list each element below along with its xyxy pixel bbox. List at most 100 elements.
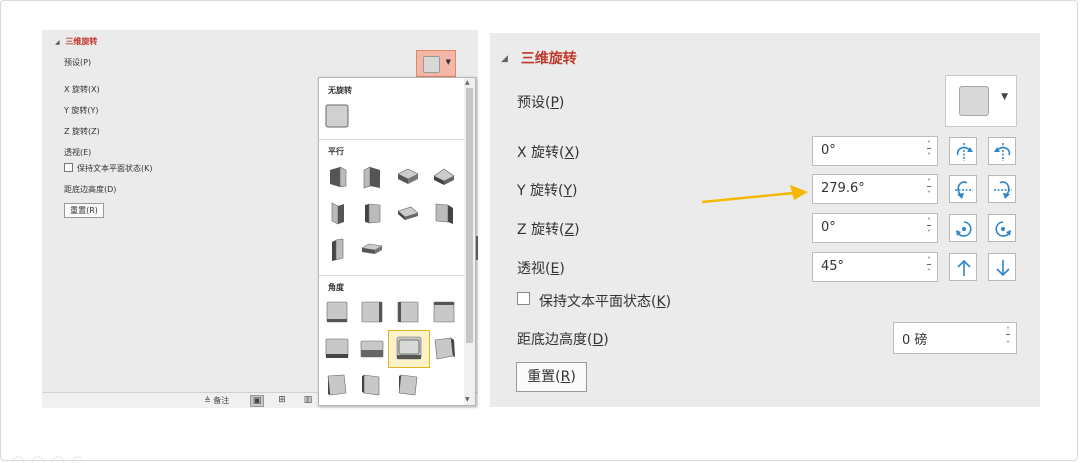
collapse-triangle-icon: ◢ xyxy=(501,54,508,64)
x-rotation-label: X 旋转(X) xyxy=(517,142,580,162)
spin-up-icon[interactable]: ˄ xyxy=(927,218,931,226)
keep-text-flat-text: 保持文本平面状态( xyxy=(539,294,657,310)
left-preset-button[interactable]: ▼ xyxy=(416,50,456,77)
y-rotate-up-button[interactable] xyxy=(949,175,977,203)
preset-button[interactable]: ▼ xyxy=(945,75,1017,127)
preset-angle-5[interactable] xyxy=(324,335,350,361)
preset-parallel-10[interactable] xyxy=(359,236,385,262)
perspective-decrease-button[interactable] xyxy=(988,253,1016,281)
preset-label: 预设(P) xyxy=(517,92,564,112)
z-rotate-cw-button[interactable] xyxy=(949,214,977,242)
right-section-title: 三维旋转 xyxy=(520,51,577,67)
preset-angle-3[interactable] xyxy=(395,299,421,325)
gallery-scrollbar[interactable]: ▲ ▼ xyxy=(464,78,475,405)
z-rotation-label: Z 旋转(Z) xyxy=(517,219,580,239)
preset-parallel-2[interactable] xyxy=(359,164,385,190)
preset-parallel-6[interactable] xyxy=(359,200,385,226)
perspective-increase-button[interactable] xyxy=(949,253,977,281)
right-format-pane: ◢ 三维旋转 预设(P) ▼ X 旋转(X) 0° ˄ ˅ Y 旋转(Y) 27 xyxy=(490,33,1040,407)
x-rotate-right-button[interactable] xyxy=(988,137,1016,165)
spin-down-icon[interactable]: ˅ xyxy=(927,269,931,277)
preset-parallel-5[interactable] xyxy=(324,200,350,226)
preset-no-rotation[interactable] xyxy=(324,103,350,129)
preset-angle-1[interactable] xyxy=(324,299,350,325)
reset-label-text: 重置( xyxy=(527,369,561,385)
perspective-label-key: E xyxy=(550,261,560,277)
distance-label: 距底边高度(D) xyxy=(517,329,609,349)
perspective-spinner[interactable]: 45° ˄ ˅ xyxy=(812,252,938,282)
y-rotation-label-text: Y 旋转( xyxy=(517,183,564,199)
x-rotation-spinner[interactable]: 0° ˄ ˅ xyxy=(812,136,938,166)
preset-angle-9[interactable] xyxy=(324,371,350,397)
z-rotate-ccw-button[interactable] xyxy=(988,214,1016,242)
notes-button[interactable]: ≜ 备注 xyxy=(204,395,229,406)
left-perspective-label: 透视(E) xyxy=(64,148,92,157)
preset-angle-2[interactable] xyxy=(359,299,385,325)
gallery-divider xyxy=(319,275,464,276)
y-rotation-spinner[interactable]: 279.6° ˄ ˅ xyxy=(812,174,938,204)
distance-value[interactable]: 0 磅 xyxy=(902,329,927,348)
distance-label-key: D xyxy=(592,332,604,348)
z-rotation-spinner[interactable]: 0° ˄ ˅ xyxy=(812,213,938,243)
preset-angle-6[interactable] xyxy=(359,335,385,361)
spin-up-icon[interactable]: ˄ xyxy=(927,257,931,265)
spin-down-icon[interactable]: ˅ xyxy=(1006,341,1010,349)
preset-angle-11[interactable] xyxy=(395,371,421,397)
preset-angle-7-selected[interactable] xyxy=(388,330,430,368)
spin-down-icon[interactable]: ˅ xyxy=(927,153,931,161)
annotation-arrow-icon xyxy=(701,185,808,204)
spin-down-icon[interactable]: ˅ xyxy=(927,191,931,199)
preset-angle-4[interactable] xyxy=(431,299,457,325)
distance-label-suffix: ) xyxy=(603,332,609,348)
preset-parallel-4[interactable] xyxy=(431,164,457,190)
preset-parallel-8[interactable] xyxy=(431,200,457,226)
left-preset-label: 预设(P) xyxy=(64,58,92,67)
preset-angle-7-shape xyxy=(396,336,422,360)
page-dots xyxy=(12,456,82,463)
spin-up-icon[interactable]: ˄ xyxy=(1006,327,1010,335)
perspective-value[interactable]: 45° xyxy=(821,259,844,274)
normal-view-icon[interactable]: ▣ xyxy=(250,395,264,407)
scroll-thumb[interactable] xyxy=(466,88,473,343)
preset-angle-8[interactable] xyxy=(431,335,457,361)
arrow-down-icon xyxy=(996,260,1010,277)
x-rotation-label-key: X xyxy=(564,145,575,161)
preset-angle-10[interactable] xyxy=(359,371,385,397)
gallery-heading-none: 无旋转 xyxy=(328,86,352,95)
preset-label-key: P xyxy=(550,95,559,111)
slide-sorter-icon[interactable]: ⊞ xyxy=(276,395,288,405)
left-section-header[interactable]: ◢ 三维旋转 xyxy=(55,36,97,47)
perspective-label-text: 透视( xyxy=(517,261,551,277)
spin-up-icon[interactable]: ˄ xyxy=(927,179,931,187)
chevron-down-icon: ▼ xyxy=(445,58,451,66)
y-rotation-label-key: Y xyxy=(563,183,573,199)
collapse-triangle-icon: ◢ xyxy=(55,39,60,46)
slide-edge xyxy=(476,236,478,260)
preset-parallel-9[interactable] xyxy=(324,236,350,262)
left-reset-button[interactable]: 重置(R) xyxy=(64,203,104,218)
y-rotate-down-button[interactable] xyxy=(988,175,1016,203)
distance-spinner[interactable]: 0 磅 ˄ ˅ xyxy=(893,322,1017,354)
scroll-down-icon[interactable]: ▼ xyxy=(465,396,470,403)
x-rotate-left-button[interactable] xyxy=(949,137,977,165)
z-rotation-value[interactable]: 0° xyxy=(821,220,836,235)
spin-up-icon[interactable]: ˄ xyxy=(927,141,931,149)
keep-text-flat-checkbox[interactable] xyxy=(517,292,530,305)
preset-parallel-3[interactable] xyxy=(395,164,421,190)
left-distance-label: 距底边高度(D) xyxy=(64,185,117,194)
preset-parallel-7[interactable] xyxy=(395,200,421,226)
right-section-header[interactable]: ◢ 三维旋转 xyxy=(501,48,577,68)
preset-parallel-1[interactable] xyxy=(324,164,350,190)
y-rotation-value[interactable]: 279.6° xyxy=(821,181,865,196)
left-y-rotation-label: Y 旋转(Y) xyxy=(64,106,99,115)
reset-button[interactable]: 重置(R) xyxy=(516,362,587,392)
perspective-label: 透视(E) xyxy=(517,258,565,278)
x-rotation-value[interactable]: 0° xyxy=(821,143,836,158)
x-rotate-left-icon xyxy=(956,143,973,161)
left-keep-flat-checkbox[interactable] xyxy=(64,163,73,172)
reading-view-icon[interactable]: ▥ xyxy=(302,395,314,405)
y-rotation-label: Y 旋转(Y) xyxy=(517,180,578,200)
scroll-up-icon[interactable]: ▲ xyxy=(465,79,470,86)
z-rotation-label-key: Z xyxy=(564,222,575,238)
spin-down-icon[interactable]: ˅ xyxy=(927,230,931,238)
